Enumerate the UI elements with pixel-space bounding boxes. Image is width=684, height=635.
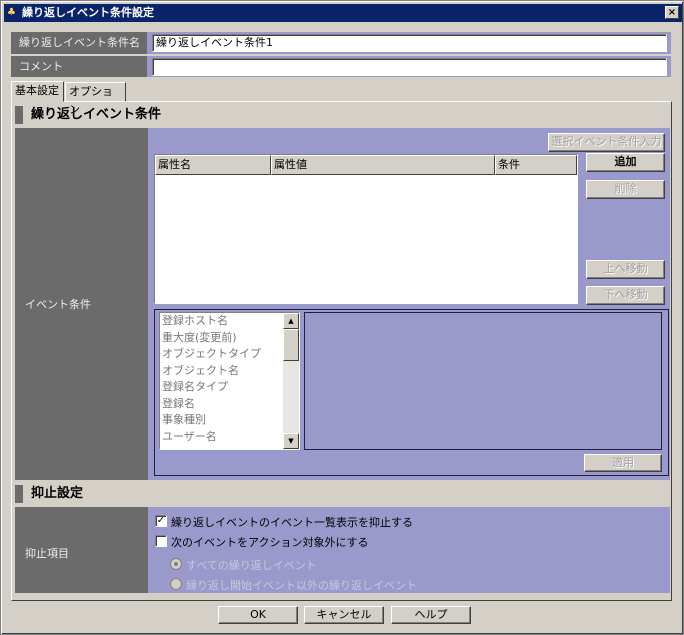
name-input[interactable]: 繰り返しイベント条件1: [152, 34, 667, 52]
non-start-events-radio[interactable]: [170, 578, 182, 590]
attribute-list[interactable]: 登録ホスト名 重大度(変更前) オブジェクトタイプ オブジェクト名 登録名タイプ…: [159, 312, 300, 450]
suppress-display-checkbox[interactable]: ✓: [155, 515, 167, 527]
all-repeat-events-label[interactable]: すべての繰り返しイベント: [186, 557, 317, 573]
section-title: 繰り返しイベント条件: [31, 107, 162, 122]
attribute-editor-frame: 登録ホスト名 重大度(変更前) オブジェクトタイプ オブジェクト名 登録名タイプ…: [154, 309, 669, 476]
delete-button[interactable]: 削除: [586, 180, 665, 199]
window-title: 繰り返しイベント条件設定: [22, 6, 154, 19]
add-button[interactable]: 追加: [586, 153, 665, 172]
list-item[interactable]: オブジェクトタイプ: [162, 346, 261, 363]
condition-table[interactable]: 属性名 属性値 条件: [154, 154, 578, 304]
dialog: ♣ 繰り返しイベント条件設定 × 繰り返しイベント条件名 繰り返しイベント条件1…: [0, 0, 684, 635]
suppress-area: ✓ 繰り返しイベントのイベント一覧表示を抑止する 次のイベントをアクション対象外…: [148, 507, 670, 593]
apply-button[interactable]: 適用: [584, 454, 662, 472]
section-header-suppress: 抑止設定: [15, 483, 315, 505]
tab-basic-settings[interactable]: 基本設定: [11, 81, 64, 102]
section-header-event: 繰り返しイベント条件: [15, 104, 315, 126]
list-item[interactable]: オブジェクト名: [162, 363, 239, 380]
column-header-attr-name[interactable]: 属性名: [155, 155, 271, 175]
list-item[interactable]: 事象種別: [162, 412, 206, 429]
list-scrollbar[interactable]: ▲ ▼: [283, 313, 299, 449]
section-bar: [15, 106, 23, 124]
name-label: 繰り返しイベント条件名: [11, 32, 147, 54]
column-header-attr-value[interactable]: 属性値: [271, 155, 495, 175]
close-button[interactable]: ×: [665, 6, 679, 19]
help-button[interactable]: ヘルプ: [391, 606, 471, 624]
exclude-action-checkbox[interactable]: [155, 535, 167, 547]
suppress-item-label: 抑止項目: [15, 507, 148, 593]
cancel-button[interactable]: キャンセル: [304, 606, 384, 624]
comment-input[interactable]: [152, 58, 667, 76]
title-bar[interactable]: ♣ 繰り返しイベント条件設定 ×: [4, 4, 682, 22]
binoculars-icon: ♣: [7, 7, 16, 18]
tab-panel: 繰り返しイベント条件 イベント条件 選択イベント条件入力 属性名 属性値 条件 …: [11, 101, 672, 601]
event-condition-label: イベント条件: [15, 128, 148, 480]
event-condition-area: 選択イベント条件入力 属性名 属性値 条件 追加 削除 上へ移動 下へ移動 登録…: [148, 128, 670, 480]
select-event-condition-button[interactable]: 選択イベント条件入力: [548, 133, 665, 152]
list-item[interactable]: 登録名タイプ: [162, 379, 228, 396]
all-repeat-events-radio[interactable]: [170, 558, 182, 570]
scroll-up-arrow-icon[interactable]: ▲: [283, 313, 299, 329]
list-item[interactable]: 登録名: [162, 396, 195, 413]
scroll-down-arrow-icon[interactable]: ▼: [283, 433, 299, 449]
section-title: 抑止設定: [31, 486, 84, 501]
list-item[interactable]: 登録ホスト名: [162, 313, 228, 330]
section-bar: [15, 485, 23, 503]
non-start-events-label[interactable]: 繰り返し開始イベント以外の繰り返しイベント: [186, 577, 417, 593]
move-down-button[interactable]: 下へ移動: [586, 286, 665, 305]
list-item[interactable]: ユーザー名: [162, 429, 217, 446]
tab-options[interactable]: オプション: [65, 82, 126, 116]
exclude-action-label[interactable]: 次のイベントをアクション対象外にする: [171, 534, 369, 550]
column-header-condition[interactable]: 条件: [495, 155, 577, 175]
attribute-value-pane: [304, 312, 662, 450]
scroll-thumb[interactable]: [283, 329, 299, 361]
move-up-button[interactable]: 上へ移動: [586, 260, 665, 279]
list-item[interactable]: 重大度(変更前): [162, 330, 237, 347]
comment-label: コメント: [11, 56, 147, 77]
ok-button[interactable]: OK: [218, 606, 298, 624]
suppress-display-label[interactable]: 繰り返しイベントのイベント一覧表示を抑止する: [171, 514, 413, 530]
